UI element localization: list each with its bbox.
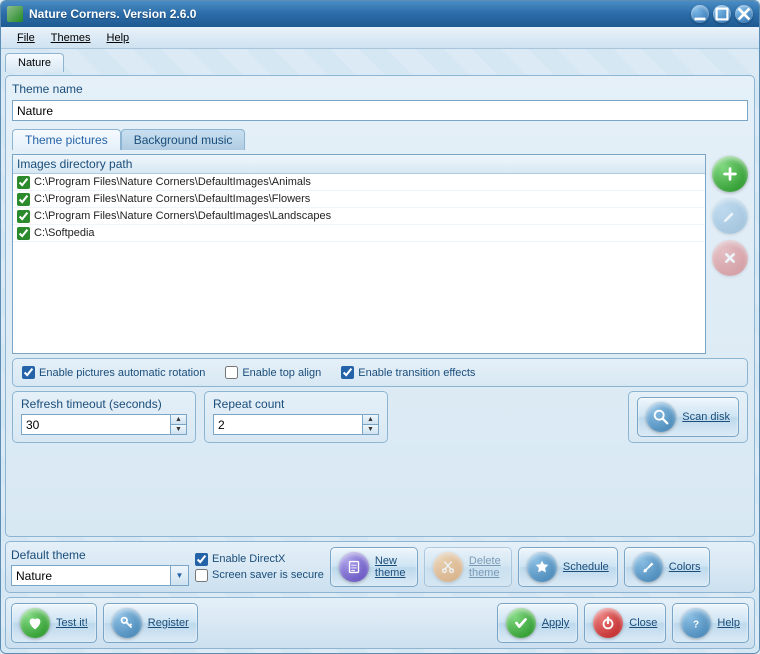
tab-nature[interactable]: Nature — [5, 53, 64, 72]
enable-rotation-checkbox[interactable]: Enable pictures automatic rotation — [22, 366, 205, 379]
add-path-button[interactable] — [712, 156, 748, 192]
svg-text:?: ? — [693, 620, 699, 631]
middle-button-row: Default theme ▼ Enable DirectX Screen sa… — [5, 541, 755, 593]
refresh-box: Refresh timeout (seconds) ▲▼ — [12, 391, 196, 443]
check-icon — [506, 608, 536, 638]
colors-button[interactable]: Colors — [624, 547, 710, 587]
question-icon: ? — [681, 608, 711, 638]
controls-row: Refresh timeout (seconds) ▲▼ Repeat coun… — [12, 391, 748, 443]
schedule-button[interactable]: Schedule — [518, 547, 618, 587]
theme-tab-strip: Nature — [5, 53, 755, 72]
row-path: C:\Program Files\Nature Corners\DefaultI… — [34, 210, 331, 222]
refresh-input[interactable] — [21, 414, 171, 435]
row-path: C:\Program Files\Nature Corners\DefaultI… — [34, 176, 311, 188]
window-title: Nature Corners. Version 2.6.0 — [29, 7, 687, 21]
test-it-button[interactable]: Test it! — [11, 603, 97, 643]
spin-down[interactable]: ▼ — [363, 425, 378, 434]
scan-disk-button[interactable]: Scan disk — [637, 397, 739, 437]
bottom-button-row: Test it! Register Apply Close ? Help — [5, 597, 755, 649]
main-window: Nature Corners. Version 2.6.0 File Theme… — [0, 0, 760, 654]
list-row[interactable]: C:\Program Files\Nature Corners\DefaultI… — [13, 174, 705, 191]
close-window-button[interactable] — [735, 5, 753, 23]
spin-up[interactable]: ▲ — [363, 415, 378, 425]
menu-file[interactable]: File — [9, 30, 43, 46]
list-header: Images directory path — [13, 155, 705, 174]
enable-directx-checkbox[interactable]: Enable DirectX — [195, 553, 285, 566]
key-icon — [112, 608, 142, 638]
enable-transition-checkbox[interactable]: Enable transition effects — [341, 366, 475, 379]
star-icon — [527, 552, 557, 582]
tab-background-music[interactable]: Background music — [121, 129, 246, 150]
maximize-button[interactable] — [713, 5, 731, 23]
repeat-spinner[interactable]: ▲▼ — [213, 414, 379, 435]
help-button[interactable]: ? Help — [672, 603, 749, 643]
inner-tabs: Theme pictures Background music — [12, 129, 748, 150]
row-checkbox[interactable] — [17, 227, 30, 240]
dropdown-icon[interactable]: ▼ — [171, 565, 189, 586]
scan-box: Scan disk — [628, 391, 748, 443]
spin-up[interactable]: ▲ — [171, 415, 186, 425]
enable-top-align-checkbox[interactable]: Enable top align — [225, 366, 321, 379]
apply-button[interactable]: Apply — [497, 603, 579, 643]
tab-theme-pictures[interactable]: Theme pictures — [12, 129, 121, 150]
row-path: C:\Program Files\Nature Corners\DefaultI… — [34, 193, 310, 205]
close-button[interactable]: Close — [584, 603, 666, 643]
menu-themes[interactable]: Themes — [43, 30, 99, 46]
list-side-buttons — [712, 154, 748, 354]
images-list[interactable]: Images directory path C:\Program Files\N… — [12, 154, 706, 354]
app-icon — [7, 6, 23, 22]
content-area: Nature Theme name Theme pictures Backgro… — [1, 49, 759, 653]
row-checkbox[interactable] — [17, 193, 30, 206]
minimize-button[interactable] — [691, 5, 709, 23]
refresh-spinner[interactable]: ▲▼ — [21, 414, 187, 435]
scissors-icon — [433, 552, 463, 582]
repeat-label: Repeat count — [213, 397, 379, 411]
default-theme-select[interactable]: ▼ — [11, 565, 189, 586]
directx-options: Enable DirectX Screen saver is secure — [195, 553, 324, 582]
magnifier-icon — [646, 402, 676, 432]
remove-path-button[interactable] — [712, 240, 748, 276]
list-area: Images directory path C:\Program Files\N… — [12, 154, 748, 354]
menubar: File Themes Help — [1, 27, 759, 49]
delete-theme-button[interactable]: Delete theme — [424, 547, 512, 587]
power-icon — [593, 608, 623, 638]
theme-name-label: Theme name — [12, 82, 748, 96]
titlebar: Nature Corners. Version 2.6.0 — [1, 1, 759, 27]
document-icon — [339, 552, 369, 582]
default-theme-input[interactable] — [11, 565, 171, 586]
heart-icon — [20, 608, 50, 638]
repeat-box: Repeat count ▲▼ — [204, 391, 388, 443]
theme-panel: Theme name Theme pictures Background mus… — [5, 75, 755, 537]
options-panel: Enable pictures automatic rotation Enabl… — [12, 358, 748, 387]
brush-icon — [633, 552, 663, 582]
screensaver-secure-checkbox[interactable]: Screen saver is secure — [195, 569, 324, 582]
refresh-label: Refresh timeout (seconds) — [21, 397, 187, 411]
theme-name-input[interactable] — [12, 100, 748, 121]
menu-help[interactable]: Help — [99, 30, 138, 46]
default-theme-label: Default theme — [11, 548, 189, 562]
row-checkbox[interactable] — [17, 210, 30, 223]
row-path: C:\Softpedia — [34, 227, 95, 239]
spin-down[interactable]: ▼ — [171, 425, 186, 434]
register-button[interactable]: Register — [103, 603, 198, 643]
edit-path-button[interactable] — [712, 198, 748, 234]
list-row[interactable]: C:\Softpedia — [13, 225, 705, 242]
new-theme-button[interactable]: New theme — [330, 547, 418, 587]
row-checkbox[interactable] — [17, 176, 30, 189]
repeat-input[interactable] — [213, 414, 363, 435]
list-row[interactable]: C:\Program Files\Nature Corners\DefaultI… — [13, 208, 705, 225]
default-theme-box: Default theme ▼ — [11, 548, 189, 586]
list-row[interactable]: C:\Program Files\Nature Corners\DefaultI… — [13, 191, 705, 208]
